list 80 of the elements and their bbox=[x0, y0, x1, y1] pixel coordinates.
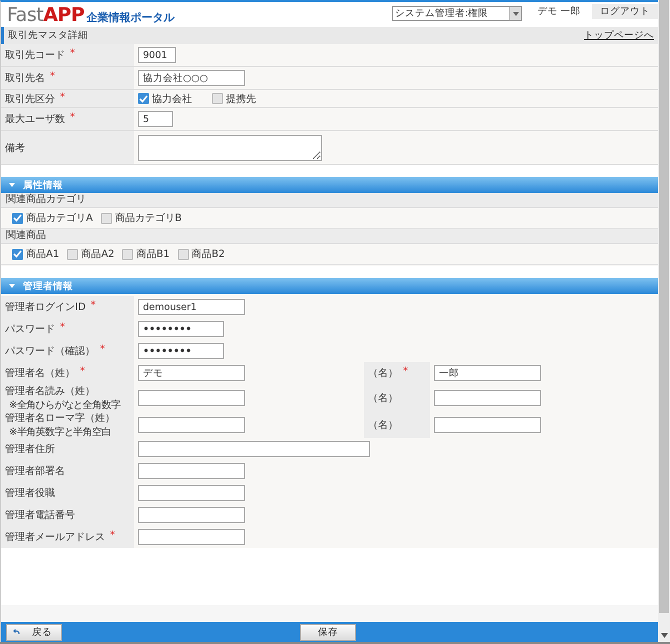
required-mark: * bbox=[60, 322, 65, 335]
checkbox[interactable] bbox=[67, 248, 78, 260]
save-button[interactable]: 保存 bbox=[300, 624, 356, 640]
field-label: 管理者名読み（姓） bbox=[5, 384, 95, 398]
checkbox-label: 商品A2 bbox=[81, 248, 114, 261]
checkbox-label: 提携先 bbox=[226, 92, 256, 106]
collapse-icon[interactable] bbox=[9, 284, 15, 288]
input-field[interactable] bbox=[434, 390, 541, 406]
checkbox-label: 商品A1 bbox=[26, 248, 60, 261]
field-label: パスワード bbox=[5, 323, 55, 336]
input-field[interactable]: デモ bbox=[138, 365, 245, 381]
required-mark: * bbox=[70, 112, 75, 125]
field-label: 管理者電話番号 bbox=[5, 508, 75, 522]
checkbox-label: 協力会社 bbox=[152, 92, 192, 106]
checkbox-label: 商品B2 bbox=[192, 248, 225, 261]
input-field[interactable] bbox=[138, 507, 245, 523]
role-dropdown[interactable]: システム管理者:権限 bbox=[392, 6, 522, 21]
field-note: ※全角ひらがなと全角数字 bbox=[8, 398, 120, 411]
input-field[interactable] bbox=[138, 416, 245, 432]
field-note: ※半角英数字と半角空白 bbox=[8, 426, 112, 438]
collapse-icon[interactable] bbox=[9, 183, 15, 187]
header-tab[interactable]: ログアウト bbox=[592, 4, 658, 19]
field-label: （名） bbox=[368, 418, 398, 432]
checkbox[interactable] bbox=[12, 212, 23, 224]
page-title: 取引先マスタ詳細 bbox=[8, 29, 88, 42]
checkbox[interactable] bbox=[12, 248, 23, 260]
dropdown-arrow-icon[interactable] bbox=[512, 12, 518, 16]
required-mark: * bbox=[110, 530, 115, 543]
input-field[interactable] bbox=[138, 441, 370, 457]
required-mark: * bbox=[80, 366, 85, 379]
required-mark: * bbox=[70, 48, 75, 61]
field-label: 備考 bbox=[5, 142, 25, 154]
input-field[interactable] bbox=[138, 485, 245, 501]
input-field[interactable] bbox=[138, 463, 245, 479]
input-field[interactable] bbox=[434, 416, 541, 432]
required-mark: * bbox=[403, 366, 408, 379]
field-label: 管理者メールアドレス bbox=[5, 530, 105, 544]
checkbox-label: 商品カテゴリA bbox=[26, 212, 93, 225]
field-label: 取引先区分 bbox=[5, 92, 55, 106]
input-field[interactable] bbox=[138, 390, 245, 406]
textarea-field[interactable] bbox=[138, 134, 322, 160]
checkbox-label: 商品B1 bbox=[136, 248, 170, 261]
input-field[interactable]: demouser1 bbox=[138, 299, 245, 315]
checkbox[interactable] bbox=[138, 93, 149, 104]
field-label: 管理者名（姓） bbox=[5, 366, 75, 380]
required-mark: * bbox=[50, 71, 55, 84]
checkbox-label: 商品カテゴリB bbox=[114, 212, 182, 225]
required-mark: * bbox=[60, 92, 65, 104]
required-mark: * bbox=[100, 344, 105, 357]
field-label: 管理者名ローマ字（姓） bbox=[5, 412, 115, 424]
input-field[interactable]: 一郎 bbox=[434, 365, 541, 381]
group-title: 関連商品カテゴリ bbox=[1, 193, 658, 208]
field-label: （名） bbox=[368, 367, 398, 380]
required-mark: * bbox=[90, 300, 96, 313]
checkbox[interactable] bbox=[100, 212, 112, 224]
input-field[interactable]: 9001 bbox=[138, 47, 176, 63]
input-field[interactable]: •••••••• bbox=[138, 321, 224, 337]
field-label: 管理者ログインID bbox=[5, 300, 86, 314]
field-label: 取引先名 bbox=[5, 72, 45, 85]
scroll-down-icon[interactable] bbox=[660, 633, 668, 638]
field-label: パスワード（確認） bbox=[5, 344, 95, 358]
input-field[interactable] bbox=[138, 529, 245, 545]
back-button[interactable]: 戻る bbox=[6, 624, 62, 640]
checkbox[interactable] bbox=[212, 93, 223, 104]
input-field[interactable]: •••••••• bbox=[138, 343, 224, 359]
field-label: 管理者役職 bbox=[5, 486, 55, 500]
input-field[interactable]: 5 bbox=[138, 111, 173, 127]
scrollbar[interactable] bbox=[658, 0, 670, 642]
input-field[interactable]: 協力会社○○○ bbox=[138, 70, 245, 86]
field-label: 取引先コード bbox=[5, 48, 65, 62]
field-label: 管理者住所 bbox=[5, 442, 55, 456]
top-page-link[interactable]: トップページへ bbox=[584, 29, 654, 42]
field-label: （名） bbox=[368, 392, 398, 404]
field-label: 最大ユーザ数 bbox=[5, 112, 65, 126]
logo: FastAPP 企業情報ポータル bbox=[7, 6, 174, 27]
group-title: 関連商品 bbox=[1, 229, 658, 244]
checkbox[interactable] bbox=[178, 248, 189, 260]
field-label: 管理者部署名 bbox=[5, 464, 65, 478]
back-arrow-icon bbox=[12, 629, 20, 635]
checkbox[interactable] bbox=[122, 248, 134, 260]
